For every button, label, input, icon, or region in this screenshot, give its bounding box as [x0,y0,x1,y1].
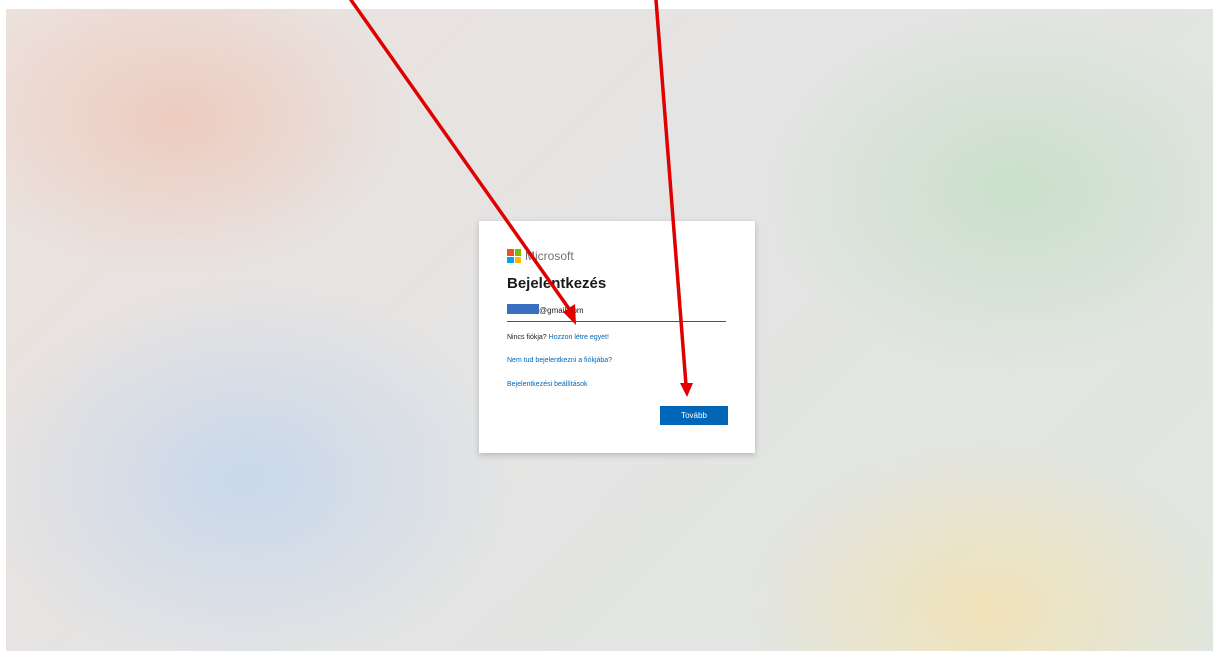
microsoft-logo-icon [507,249,521,263]
background-screen: Microsoft Bejelentkezés Nincs fiókja? Ho… [6,9,1213,651]
redacted-email-part [507,304,539,314]
email-field[interactable] [539,301,719,319]
email-field-wrapper [507,301,726,322]
create-account-link[interactable]: Hozzon létre egyet! [549,334,609,341]
logo-square-yellow [514,256,521,263]
signin-card: Microsoft Bejelentkezés Nincs fiókja? Ho… [479,221,755,453]
logo-square-blue [507,256,514,263]
no-account-text: Nincs fiókja? [507,334,547,341]
signin-options-link[interactable]: Bejelentkezési beállítások [507,381,588,388]
microsoft-logo-row: Microsoft [507,249,574,263]
next-button[interactable]: Tovább [660,406,728,425]
cant-access-row: Nem tud bejelentkezni a fiókjába? [507,357,612,364]
logo-square-red [507,249,514,256]
logo-square-green [514,249,521,256]
no-account-row: Nincs fiókja? Hozzon létre egyet! [507,334,609,341]
page-title: Bejelentkezés [507,275,607,292]
cant-access-account-link[interactable]: Nem tud bejelentkezni a fiókjába? [507,357,612,364]
signin-options-row: Bejelentkezési beállítások [507,381,588,388]
brand-name: Microsoft [525,249,574,263]
